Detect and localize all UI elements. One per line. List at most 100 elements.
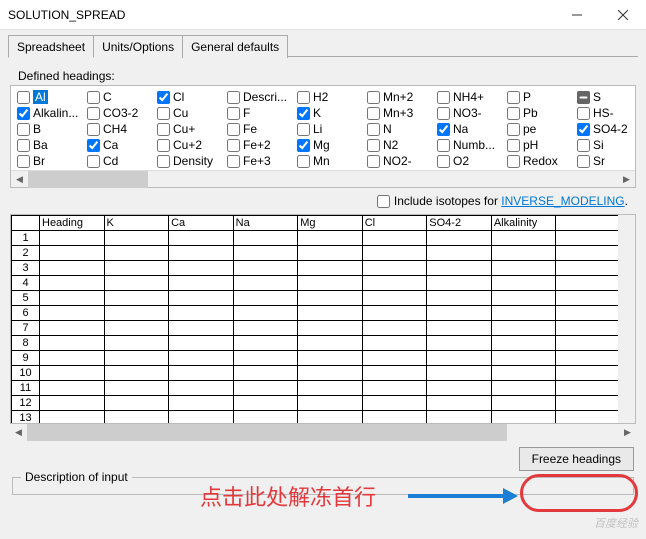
scroll-left-icon[interactable]: ◀ bbox=[11, 171, 28, 188]
row-number[interactable]: 10 bbox=[12, 366, 40, 381]
scroll-right-icon[interactable]: ▶ bbox=[618, 171, 635, 188]
minimize-button[interactable] bbox=[554, 0, 600, 30]
heading-checkbox-Pb[interactable]: Pb bbox=[507, 106, 577, 120]
heading-checkbox-NO3-[interactable]: NO3- bbox=[437, 106, 507, 120]
cell[interactable] bbox=[362, 261, 427, 276]
col-header[interactable]: Cl bbox=[362, 216, 427, 231]
cell[interactable] bbox=[491, 306, 556, 321]
cell[interactable] bbox=[298, 321, 363, 336]
col-header[interactable]: K bbox=[104, 216, 169, 231]
scroll-thumb[interactable] bbox=[28, 171, 148, 188]
cell[interactable] bbox=[427, 291, 492, 306]
cell[interactable] bbox=[169, 306, 234, 321]
cell[interactable] bbox=[491, 231, 556, 246]
freeze-headings-button[interactable]: Freeze headings bbox=[519, 447, 634, 471]
cell[interactable] bbox=[233, 306, 298, 321]
row-number[interactable]: 3 bbox=[12, 261, 40, 276]
cell[interactable] bbox=[233, 366, 298, 381]
cell[interactable] bbox=[362, 246, 427, 261]
heading-checkbox-Mg[interactable]: Mg bbox=[297, 138, 367, 152]
inverse-modeling-link[interactable]: INVERSE_MODELING bbox=[501, 194, 624, 208]
heading-checkbox-SO4-2[interactable]: SO4-2 bbox=[577, 122, 646, 136]
heading-checkbox-F[interactable]: F bbox=[227, 106, 297, 120]
cell[interactable] bbox=[427, 396, 492, 411]
cell[interactable] bbox=[104, 246, 169, 261]
cell[interactable] bbox=[362, 396, 427, 411]
heading-checkbox-pe[interactable]: pe bbox=[507, 122, 577, 136]
cell[interactable] bbox=[298, 246, 363, 261]
cell[interactable] bbox=[556, 261, 621, 276]
col-header[interactable]: Na bbox=[233, 216, 298, 231]
cell[interactable] bbox=[362, 366, 427, 381]
cell[interactable] bbox=[40, 396, 105, 411]
cell[interactable] bbox=[556, 336, 621, 351]
heading-checkbox-Fe+2[interactable]: Fe+2 bbox=[227, 138, 297, 152]
heading-checkbox-S[interactable]: S bbox=[577, 90, 646, 104]
col-header[interactable]: Alkalinity bbox=[491, 216, 556, 231]
cell[interactable] bbox=[362, 276, 427, 291]
cell[interactable] bbox=[556, 396, 621, 411]
cell[interactable] bbox=[362, 306, 427, 321]
cell[interactable] bbox=[427, 276, 492, 291]
cell[interactable] bbox=[233, 231, 298, 246]
cell[interactable] bbox=[427, 366, 492, 381]
cell[interactable] bbox=[298, 396, 363, 411]
heading-checkbox-Mn+3[interactable]: Mn+3 bbox=[367, 106, 437, 120]
cell[interactable] bbox=[233, 336, 298, 351]
cell[interactable] bbox=[40, 291, 105, 306]
cell[interactable] bbox=[362, 351, 427, 366]
cell[interactable] bbox=[427, 246, 492, 261]
cell[interactable] bbox=[104, 381, 169, 396]
heading-checkbox-Br[interactable]: Br bbox=[17, 154, 87, 168]
col-header[interactable]: SO4-2 bbox=[427, 216, 492, 231]
row-number[interactable]: 13 bbox=[12, 411, 40, 425]
heading-checkbox-Density[interactable]: Density bbox=[157, 154, 227, 168]
row-number[interactable]: 11 bbox=[12, 381, 40, 396]
cell[interactable] bbox=[556, 231, 621, 246]
col-header[interactable]: Mg bbox=[298, 216, 363, 231]
cell[interactable] bbox=[104, 366, 169, 381]
heading-checkbox-Li[interactable]: Li bbox=[297, 122, 367, 136]
heading-checkbox-Fe+3[interactable]: Fe+3 bbox=[227, 154, 297, 168]
cell[interactable] bbox=[104, 396, 169, 411]
close-button[interactable] bbox=[600, 0, 646, 30]
heading-checkbox-Sr[interactable]: Sr bbox=[577, 154, 646, 168]
cell[interactable] bbox=[40, 276, 105, 291]
cell[interactable] bbox=[362, 321, 427, 336]
cell[interactable] bbox=[362, 336, 427, 351]
heading-checkbox-O2[interactable]: O2 bbox=[437, 154, 507, 168]
cell[interactable] bbox=[491, 396, 556, 411]
heading-checkbox-Numb...[interactable]: Numb... bbox=[437, 138, 507, 152]
cell[interactable] bbox=[298, 381, 363, 396]
cell[interactable] bbox=[491, 321, 556, 336]
heading-checkbox-Fe[interactable]: Fe bbox=[227, 122, 297, 136]
cell[interactable] bbox=[491, 351, 556, 366]
cell[interactable] bbox=[427, 411, 492, 425]
heading-checkbox-N[interactable]: N bbox=[367, 122, 437, 136]
cell[interactable] bbox=[169, 276, 234, 291]
cell[interactable] bbox=[104, 411, 169, 425]
tab-general-defaults[interactable]: General defaults bbox=[182, 35, 288, 58]
cell[interactable] bbox=[169, 396, 234, 411]
cell[interactable] bbox=[556, 411, 621, 425]
cell[interactable] bbox=[40, 351, 105, 366]
heading-checkbox-pH[interactable]: pH bbox=[507, 138, 577, 152]
cell[interactable] bbox=[40, 381, 105, 396]
cell[interactable] bbox=[556, 306, 621, 321]
cell[interactable] bbox=[169, 351, 234, 366]
cell[interactable] bbox=[104, 306, 169, 321]
row-number[interactable]: 5 bbox=[12, 291, 40, 306]
cell[interactable] bbox=[40, 411, 105, 425]
heading-checkbox-K[interactable]: K bbox=[297, 106, 367, 120]
heading-checkbox-Cl[interactable]: Cl bbox=[157, 90, 227, 104]
cell[interactable] bbox=[169, 261, 234, 276]
heading-checkbox-N2[interactable]: N2 bbox=[367, 138, 437, 152]
cell[interactable] bbox=[233, 411, 298, 425]
row-number[interactable]: 1 bbox=[12, 231, 40, 246]
cell[interactable] bbox=[556, 366, 621, 381]
cell[interactable] bbox=[40, 366, 105, 381]
cell[interactable] bbox=[169, 231, 234, 246]
cell[interactable] bbox=[298, 261, 363, 276]
cell[interactable] bbox=[40, 336, 105, 351]
cell[interactable] bbox=[556, 321, 621, 336]
